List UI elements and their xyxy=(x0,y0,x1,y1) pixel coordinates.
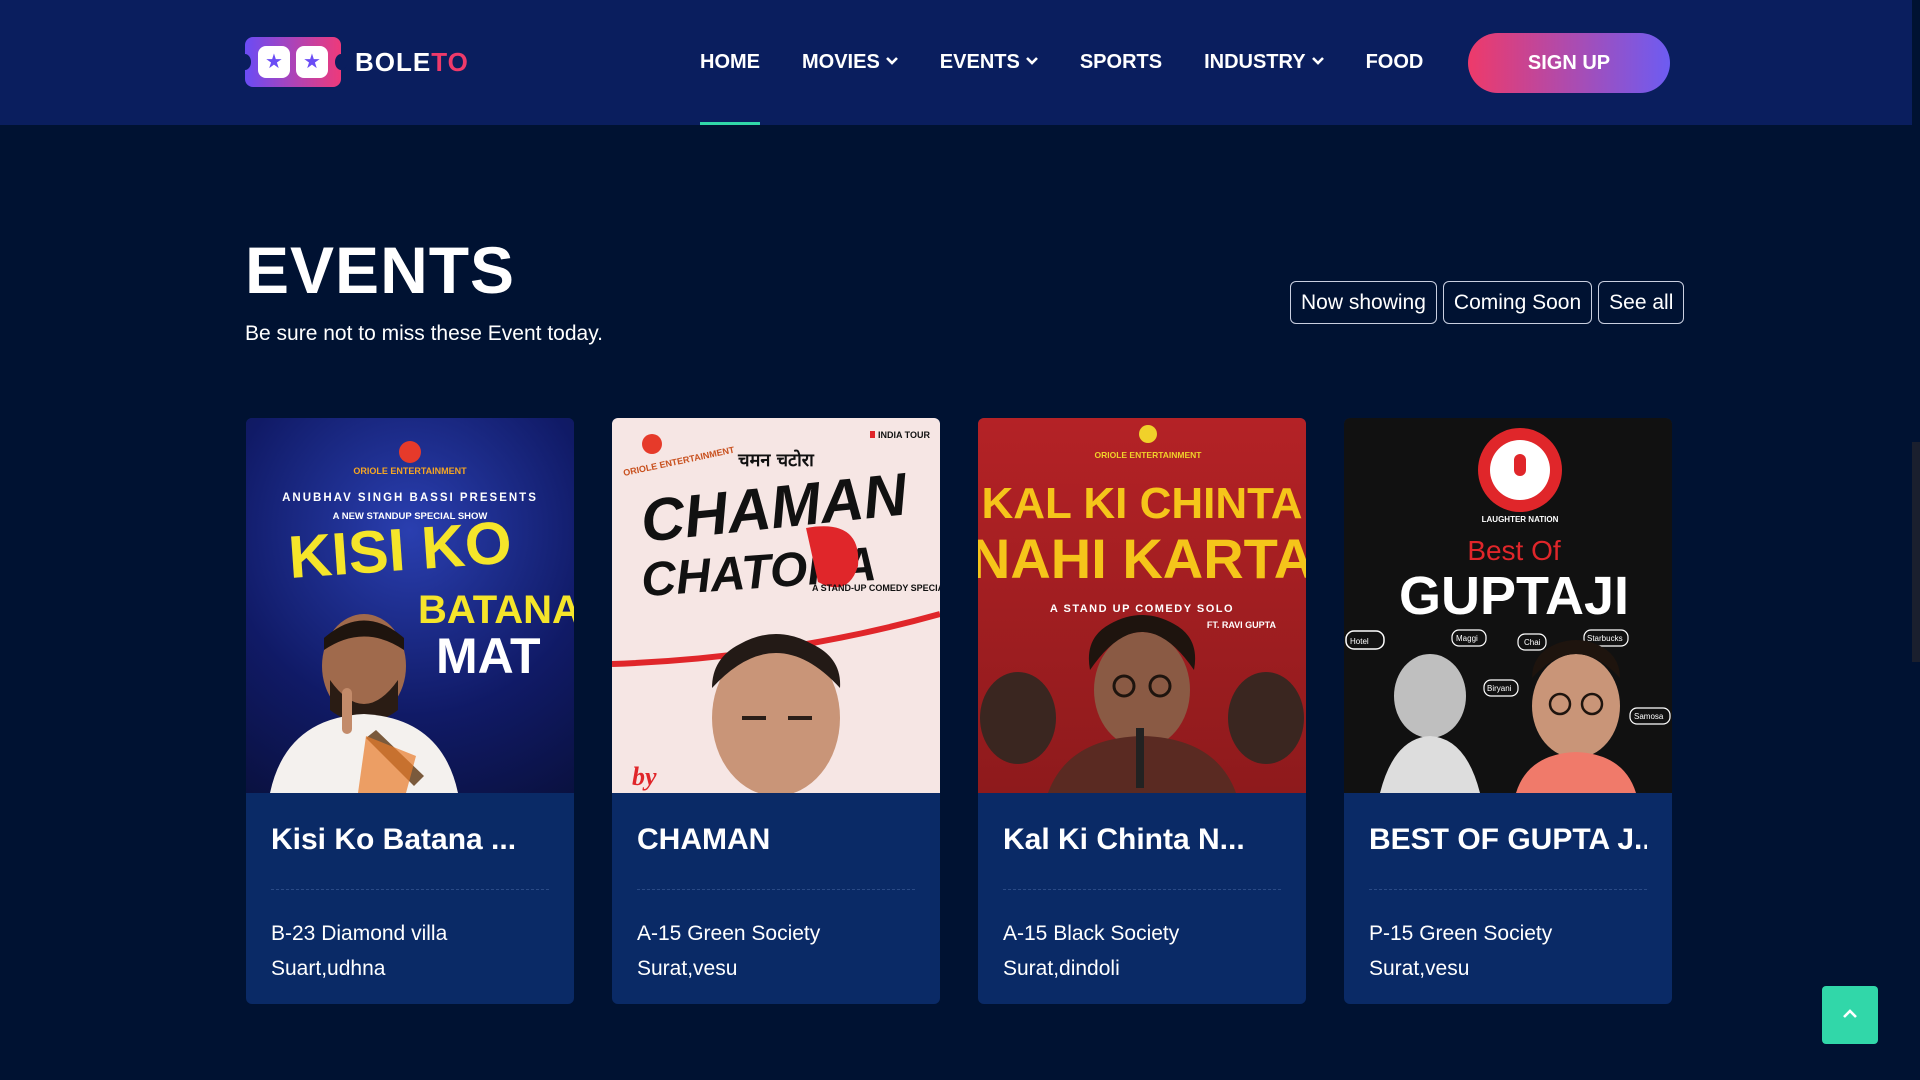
site-header: ★ ★ BOLETO HOME MOVIES EVENTS SPORTS IND… xyxy=(0,0,1912,125)
poster-line1-text: Best Of xyxy=(1467,535,1561,566)
event-card[interactable]: LAUGHTER NATION Best Of GUPTAJI Hotel Ma… xyxy=(1344,418,1672,1004)
poster-brand-text: ORIOLE ENTERTAINMENT xyxy=(1094,450,1202,460)
event-card[interactable]: ORIOLE ENTERTAINMENT ANUBHAV SINGH BASSI… xyxy=(246,418,574,1004)
poster-line1-text: KAL KI CHINTA xyxy=(981,479,1302,528)
poster-ft-text: FT. RAVI GUPTA xyxy=(1207,620,1277,630)
event-address-line2: Surat,dindoli xyxy=(1003,957,1120,980)
poster-bubble-text: Biryani xyxy=(1487,684,1512,693)
scrollbar-thumb[interactable] xyxy=(1912,442,1920,662)
event-address-line2: Suart,udhna xyxy=(271,957,386,980)
event-card-list: ORIOLE ENTERTAINMENT ANUBHAV SINGH BASSI… xyxy=(246,418,1672,1004)
event-address-line1: A-15 Black Society xyxy=(1003,922,1180,945)
nav-food[interactable]: FOOD xyxy=(1366,0,1424,125)
nav-events[interactable]: EVENTS xyxy=(940,0,1038,125)
poster-bubble-text: Starbucks xyxy=(1587,634,1623,643)
chevron-up-icon xyxy=(1843,1006,1857,1024)
chevron-down-icon xyxy=(1025,55,1038,69)
poster-bubble-text: Hotel xyxy=(1350,637,1369,646)
nav-industry[interactable]: INDUSTRY xyxy=(1204,0,1324,125)
poster-by-text: by xyxy=(632,762,657,791)
event-poster-image: ORIOLE ENTERTAINMENT KAL KI CHINTA NAHI … xyxy=(978,418,1306,793)
poster-bubble-text: Samosa xyxy=(1634,712,1664,721)
event-title[interactable]: CHAMAN xyxy=(637,793,915,889)
event-card[interactable]: ORIOLE ENTERTAINMENT KAL KI CHINTA NAHI … xyxy=(978,418,1306,1004)
event-poster-image: ORIOLE ENTERTAINMENT INDIA TOUR चमन चटोर… xyxy=(612,418,940,793)
brand-logo[interactable]: ★ ★ BOLETO xyxy=(239,36,469,88)
signup-button[interactable]: SIGN UP xyxy=(1468,33,1670,93)
scroll-to-top-button[interactable] xyxy=(1822,986,1878,1044)
event-address-line2: Surat,vesu xyxy=(1369,957,1470,980)
event-poster-image: LAUGHTER NATION Best Of GUPTAJI Hotel Ma… xyxy=(1344,418,1672,793)
divider xyxy=(271,889,549,890)
section-title: EVENTS xyxy=(245,233,516,307)
poster-tag-text: INDIA TOUR xyxy=(878,430,931,440)
poster-line1-text: KISI KO xyxy=(286,509,513,591)
poster-line2-text: NAHI KARTA xyxy=(978,527,1306,590)
poster-line2-text: GUPTAJI xyxy=(1399,566,1629,626)
event-card[interactable]: ORIOLE ENTERTAINMENT INDIA TOUR चमन चटोर… xyxy=(612,418,940,1004)
nav-home[interactable]: HOME xyxy=(700,0,760,125)
filter-now-showing-button[interactable]: Now showing xyxy=(1290,281,1437,324)
chevron-down-icon xyxy=(1311,55,1324,69)
event-address-line1: P-15 Green Society xyxy=(1369,922,1553,945)
divider xyxy=(1369,889,1647,890)
poster-brand-text: ORIOLE ENTERTAINMENT xyxy=(622,445,735,478)
poster-bubble-text: Chai xyxy=(1524,638,1541,647)
poster-hindi-text: चमन चटोरा xyxy=(737,449,815,471)
divider xyxy=(637,889,915,890)
nav-sports[interactable]: SPORTS xyxy=(1080,0,1162,125)
ticket-logo-icon: ★ ★ xyxy=(239,37,347,87)
filter-coming-soon-button[interactable]: Coming Soon xyxy=(1442,281,1593,324)
event-title[interactable]: Kisi Ko Batana ... xyxy=(271,793,549,889)
event-address-line1: B-23 Diamond villa xyxy=(271,922,448,945)
event-filters: Now showing Coming Soon See all xyxy=(1290,281,1685,324)
filter-see-all-button[interactable]: See all xyxy=(1598,281,1685,324)
event-address-line1: A-15 Green Society xyxy=(637,922,821,945)
poster-bubble-text: Maggi xyxy=(1456,634,1478,643)
main-nav: HOME MOVIES EVENTS SPORTS INDUSTRY FOOD xyxy=(700,0,1465,125)
poster-sub-text: A STAND-UP COMEDY SPECIAL xyxy=(812,583,940,593)
poster-badge-text: LAUGHTER NATION xyxy=(1482,515,1559,524)
divider xyxy=(1003,889,1281,890)
poster-sub-text: A STAND UP COMEDY SOLO xyxy=(1050,603,1234,615)
poster-line3-text: MAT xyxy=(436,628,541,684)
brand-name: BOLETO xyxy=(355,46,469,77)
event-address-line2: Surat,vesu xyxy=(637,957,738,980)
poster-line2-text: BATANA xyxy=(418,588,574,632)
event-title[interactable]: BEST OF GUPTA J... xyxy=(1369,793,1647,889)
chevron-down-icon xyxy=(885,55,898,69)
poster-top-text: ANUBHAV SINGH BASSI PRESENTS xyxy=(282,492,538,504)
event-poster-image: ORIOLE ENTERTAINMENT ANUBHAV SINGH BASSI… xyxy=(246,418,574,793)
nav-movies[interactable]: MOVIES xyxy=(802,0,898,125)
poster-brand-text: ORIOLE ENTERTAINMENT xyxy=(353,466,467,476)
event-title[interactable]: Kal Ki Chinta N... xyxy=(1003,793,1281,889)
section-subtitle: Be sure not to miss these Event today. xyxy=(245,322,603,345)
